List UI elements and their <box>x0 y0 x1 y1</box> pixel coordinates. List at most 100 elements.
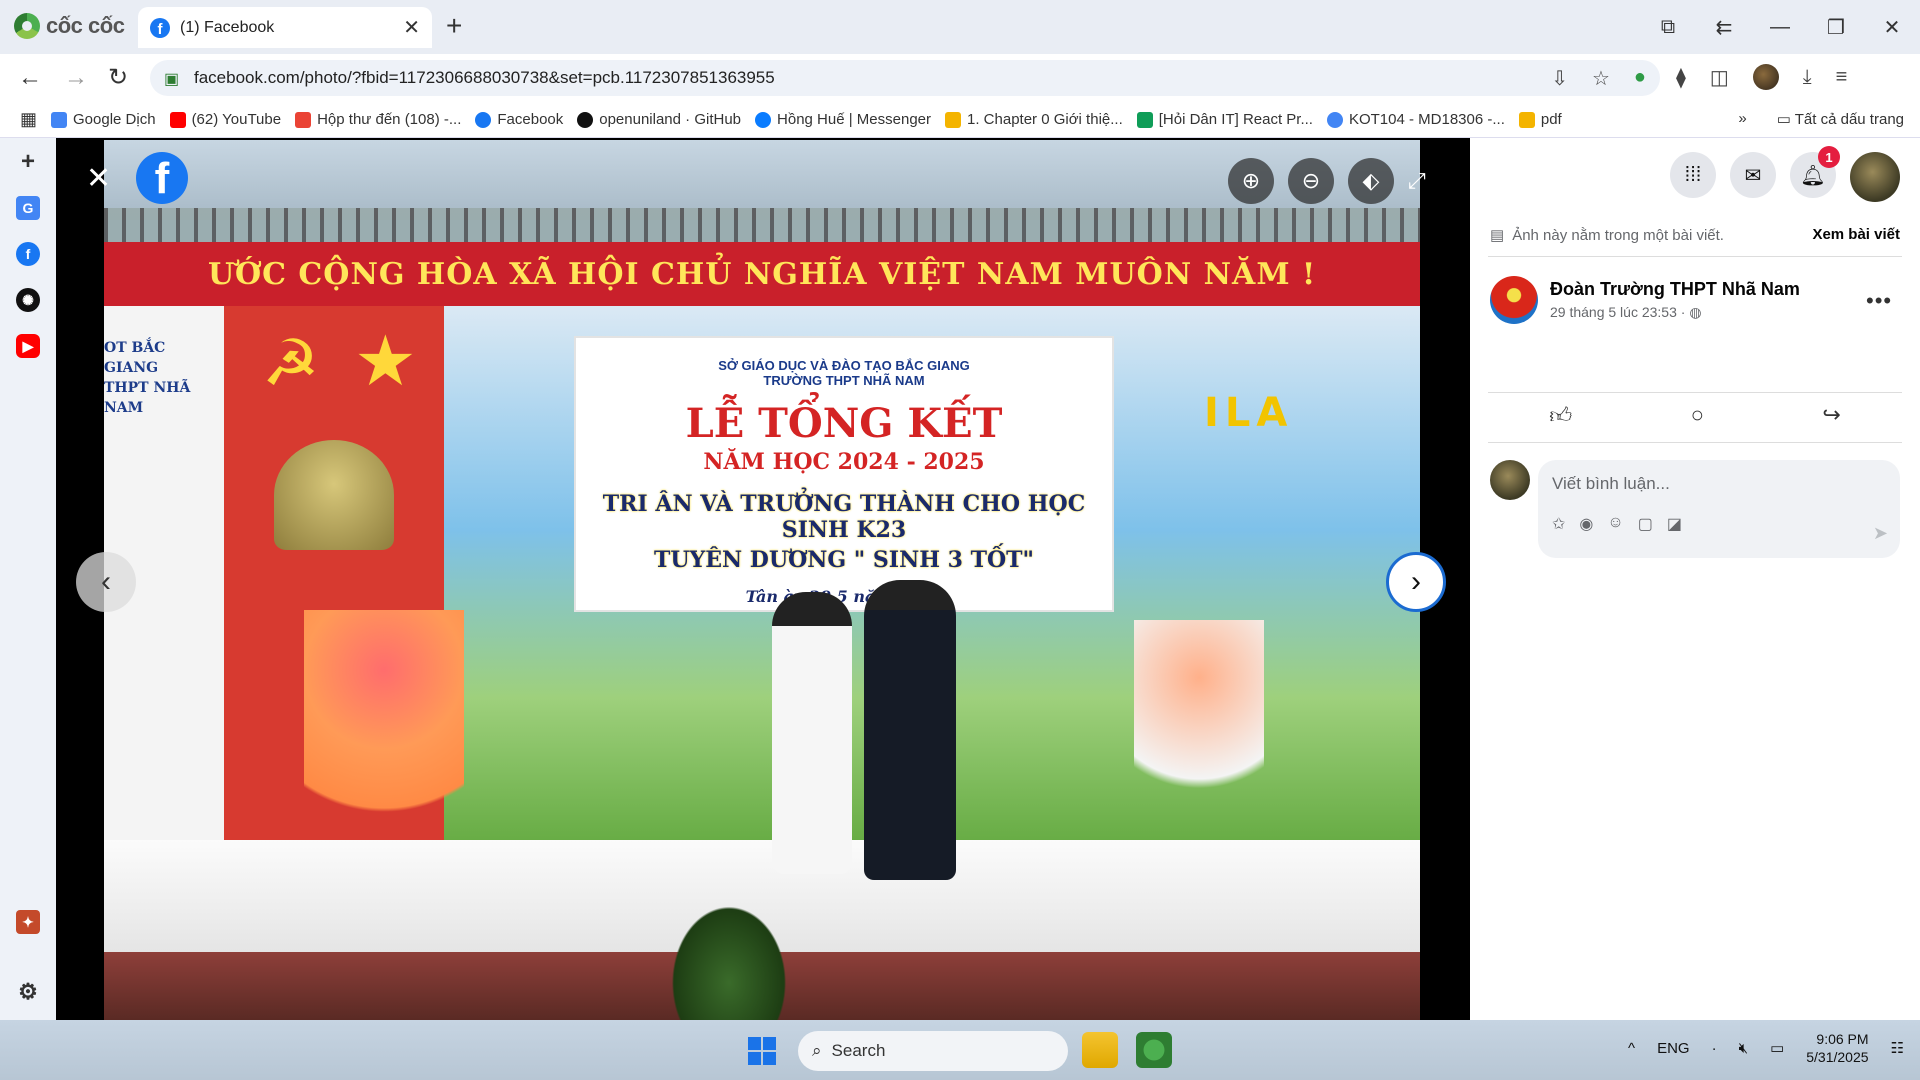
battery-icon[interactable]: ▭ <box>1770 1039 1784 1057</box>
user-avatar[interactable] <box>1490 460 1530 500</box>
facebook-logo-icon[interactable]: f <box>136 152 188 204</box>
photo-plant <box>664 896 794 1020</box>
photo-ila-logo: ILA <box>1204 390 1294 436</box>
forward-button[interactable]: → <box>64 64 88 92</box>
system-tray: ^ ENG · 🔇︎ ▭ 9:06 PM 5/31/2025 ☷ <box>1628 1030 1904 1066</box>
send-icon[interactable]: ➤ <box>1873 523 1888 544</box>
windows-start-icon[interactable] <box>748 1037 776 1065</box>
messenger-icon[interactable]: ✉ <box>1730 152 1776 198</box>
zoom-in-icon[interactable]: ⊕ <box>1228 158 1274 204</box>
youtube-icon[interactable]: ▶ <box>16 334 40 358</box>
zoom-out-icon[interactable]: ⊖ <box>1288 158 1334 204</box>
bookmark-item[interactable]: 1. Chapter 0 Giới thiệ... <box>945 111 1123 128</box>
bookmark-item[interactable]: pdf <box>1518 111 1562 128</box>
bookmark-item[interactable]: Hộp thư đến (108) -... <box>295 111 461 128</box>
reload-button[interactable]: ↻ <box>108 64 128 92</box>
tab-facebook[interactable]: f (1) Facebook ✕ <box>138 7 432 48</box>
divider <box>1488 256 1902 257</box>
gmail-icon <box>295 111 312 128</box>
bookmark-item[interactable]: Google Dịch <box>51 111 156 128</box>
post-photo[interactable]: ƯỚC CỘNG HÒA XÃ HỘI CHỦ NGHĨA VIỆT NAM M… <box>104 140 1420 1020</box>
post-header: Đoàn Trường THPT Nhã Nam 29 tháng 5 lúc … <box>1490 276 1800 324</box>
next-photo-button[interactable]: › <box>1386 552 1446 612</box>
close-viewer-icon[interactable]: ✕ <box>86 164 111 194</box>
google-drive-icon <box>1518 111 1535 128</box>
view-post-link[interactable]: Xem bài viết <box>1812 226 1900 244</box>
maximize-button[interactable]: ❐ <box>1808 15 1864 40</box>
avatar-sticker-icon[interactable]: ✩ <box>1552 514 1565 534</box>
notification-badge: 1 <box>1818 146 1840 168</box>
sticker-icon[interactable]: ◪ <box>1667 514 1682 534</box>
viewer-tools: ⊕ ⊖ ⬖ <box>1228 158 1394 204</box>
comment-input[interactable]: Viết bình luận... ✩ ◉ ☺ ▢ ◪ ➤ <box>1538 460 1900 558</box>
address-bar[interactable]: ▣ facebook.com/photo/?fbid=1172306688030… <box>150 60 1660 96</box>
google-translate-icon[interactable]: G <box>16 196 40 220</box>
bookmark-item[interactable]: Facebook <box>475 111 563 128</box>
fullscreen-icon[interactable]: ⤢ <box>1408 168 1426 194</box>
bookmark-item[interactable]: (62) YouTube <box>169 111 281 128</box>
photo-event-board: SỞ GIÁO DỤC VÀ ĐÀO TẠO BẮC GIANG TRƯỜNG … <box>574 336 1114 612</box>
install-app-icon[interactable]: ⇩ <box>1551 66 1568 91</box>
folder-icon: ▭ <box>1776 111 1795 128</box>
notification-center-icon[interactable]: ☷ <box>1891 1039 1904 1057</box>
network-icon[interactable]: · <box>1712 1040 1717 1057</box>
coccoc-taskbar-icon[interactable] <box>1136 1032 1172 1068</box>
page-name[interactable]: Đoàn Trường THPT Nhã Nam <box>1550 279 1800 300</box>
game-app-icon[interactable]: ✦ <box>16 910 40 934</box>
settings-gear-icon[interactable]: ⚙ <box>16 979 40 1004</box>
tag-icon[interactable]: ⬖ <box>1348 158 1394 204</box>
previous-photo-button[interactable]: ‹ <box>76 552 136 612</box>
menu-icon[interactable]: ≡ <box>1836 66 1848 89</box>
taskbar-search[interactable]: ⌕ Search <box>798 1031 1068 1071</box>
extensions-icon[interactable]: ⧫ <box>1676 65 1686 90</box>
more-bookmarks-icon[interactable]: » <box>1738 110 1746 128</box>
bookmark-item[interactable]: [Hỏi Dân IT] React Pr... <box>1136 111 1313 128</box>
chatgpt-icon[interactable]: ✺ <box>16 288 40 312</box>
comment-icon[interactable]: ○ <box>1691 402 1704 429</box>
tray-overflow-icon[interactable]: ^ <box>1628 1040 1635 1057</box>
facebook-icon[interactable]: f <box>16 242 40 266</box>
file-explorer-icon[interactable] <box>1082 1032 1118 1068</box>
bookmark-item[interactable]: openuniland · GitHub <box>577 111 741 128</box>
minimize-button[interactable]: — <box>1752 16 1808 39</box>
facebook-icon <box>475 111 492 128</box>
bookmarks-right: » ▭ Tất cả dấu trang <box>1738 110 1904 128</box>
all-bookmarks[interactable]: ▭ Tất cả dấu trang <box>1777 110 1904 128</box>
share-icon[interactable]: ↪ <box>1822 402 1840 429</box>
bookmark-star-icon[interactable]: ☆ <box>1592 66 1610 91</box>
menu-grid-icon[interactable]: ⁞⁞⁞ <box>1670 152 1716 198</box>
like-icon[interactable]: 👍︎ <box>1549 402 1572 429</box>
url-text[interactable]: facebook.com/photo/?fbid=117230668803073… <box>194 68 775 88</box>
more-options-icon[interactable]: ••• <box>1866 288 1892 314</box>
bookmark-item[interactable]: KOT104 - MD18306 -... <box>1326 111 1505 128</box>
add-panel-icon[interactable]: + <box>16 148 40 175</box>
new-tab-button[interactable]: + <box>446 12 462 40</box>
emoji-icon[interactable]: ☺ <box>1607 514 1623 534</box>
notifications-bell-icon[interactable]: 🔔︎ 1 <box>1790 146 1840 198</box>
site-security-icon[interactable]: ▣ <box>164 69 180 88</box>
cast-icon[interactable]: ⧉ <box>1640 16 1696 39</box>
globe-icon: ◍ <box>1689 304 1702 320</box>
downloads-icon[interactable]: ⤓ <box>1803 66 1812 89</box>
volume-muted-icon[interactable]: 🔇︎ <box>1739 1040 1748 1057</box>
post-time[interactable]: 29 tháng 5 lúc 23:53 · ◍ <box>1550 304 1800 321</box>
sidebar-toggle-icon[interactable]: ◫ <box>1710 65 1729 90</box>
page-avatar[interactable] <box>1490 276 1538 324</box>
effects-icon[interactable]: ◉ <box>1579 514 1593 534</box>
download-extension-icon[interactable]: ● <box>1634 66 1646 91</box>
post-side-panel: ⁞⁞⁞ ✉ 🔔︎ 1 ▤ Ảnh này nằm trong một bài viế… <box>1470 138 1920 1020</box>
profile-avatar[interactable] <box>1752 64 1779 90</box>
bookmark-item[interactable]: Hồng Huế | Messenger <box>755 111 931 128</box>
gif-icon[interactable]: ▢ <box>1638 514 1653 534</box>
close-window-button[interactable]: ✕ <box>1864 15 1920 40</box>
browser-brand[interactable]: cốc cốc <box>14 13 125 39</box>
account-avatar[interactable] <box>1850 152 1900 202</box>
apps-grid-icon[interactable]: ▦ <box>20 109 37 130</box>
photo-truss <box>104 208 1420 242</box>
tab-search-icon[interactable]: ⇇ <box>1696 15 1752 40</box>
clock[interactable]: 9:06 PM 5/31/2025 <box>1806 1030 1868 1066</box>
back-button[interactable]: ← <box>18 64 42 92</box>
tab-close-icon[interactable]: ✕ <box>403 15 420 40</box>
comment-placeholder[interactable]: Viết bình luận... <box>1552 474 1886 494</box>
language-indicator[interactable]: ENG <box>1657 1040 1690 1057</box>
